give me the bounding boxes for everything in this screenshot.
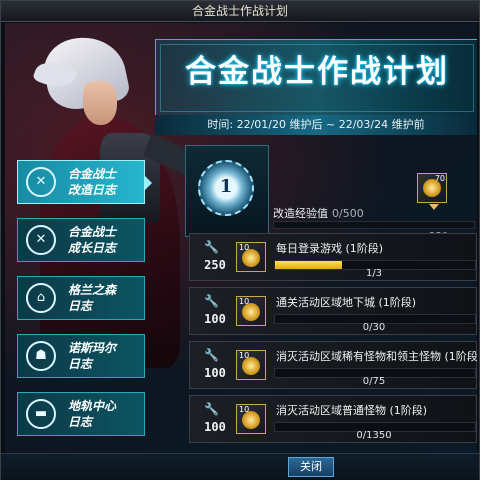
gear-cross-icon: ✕ xyxy=(26,167,56,197)
close-button[interactable]: 关闭 xyxy=(288,457,334,477)
level-number: 1 xyxy=(219,176,233,197)
exp-label: 改造经验值 xyxy=(273,207,328,220)
mission-progress-text: 0/75 xyxy=(362,376,386,387)
mission-name: 消灭活动区域稀有怪物和领主怪物 (1阶段) xyxy=(276,350,477,363)
mission-row: 🔧 100 10 通关活动区域地下城 (1阶段) 0/30 xyxy=(189,287,477,335)
sidebar-item-label: 合金战士 成长日志 xyxy=(68,225,117,255)
sidebar-item-label: 诺斯玛尔 日志 xyxy=(68,341,117,371)
sidebar-item-growth-log[interactable]: ✕ 合金战士 成长日志 xyxy=(17,218,145,262)
exp-reward-item[interactable]: 70 xyxy=(417,173,447,203)
sidebar-item-label: 地轨中心 日志 xyxy=(68,399,117,429)
mission-name: 通关活动区域地下城 (1阶段) xyxy=(276,296,417,309)
sidebar-item-label: 格兰之森 日志 xyxy=(68,283,117,313)
exp-progress-bar xyxy=(273,221,475,229)
mission-row: 🔧 250 10 每日登录游戏 (1阶段) 1/3 xyxy=(189,233,477,281)
tank-icon: ▬ xyxy=(26,399,56,429)
mission-name: 每日登录游戏 (1阶段) xyxy=(276,242,384,255)
mission-reward-item[interactable]: 10 xyxy=(236,296,266,326)
mission-reward-item[interactable]: 10 xyxy=(236,350,266,380)
level-panel: 1 xyxy=(185,145,269,237)
exp-label-row: 改造经验值 0/500 xyxy=(273,205,364,221)
mission-row: 🔧 100 10 消灭活动区域稀有怪物和领主怪物 (1阶段) 0/75 xyxy=(189,341,477,389)
window-footer: 关闭 xyxy=(1,453,479,480)
banner-title: 合金战士作战计划 xyxy=(185,54,449,90)
sidebar-item-modification-log[interactable]: ✕ 合金战士 改造日志 xyxy=(17,160,152,204)
reward-quantity: 70 xyxy=(434,174,445,183)
item-quantity: 10 xyxy=(239,405,250,414)
mission-progress-text: 0/30 xyxy=(362,322,386,333)
wrench-icon: 🔧 xyxy=(204,294,219,308)
mission-reward-item[interactable]: 10 xyxy=(236,404,266,434)
mission-progress-text: 1/3 xyxy=(365,268,383,279)
window-title: 合金战士作战计划 xyxy=(1,1,479,22)
mission-points: 100 xyxy=(204,312,226,326)
reward-marker-icon xyxy=(429,204,439,210)
event-banner: 合金战士作战计划 xyxy=(155,39,477,117)
mission-reward-item[interactable]: 10 xyxy=(236,242,266,272)
item-quantity: 10 xyxy=(239,297,250,306)
mission-name: 消灭活动区域普通怪物 (1阶段) xyxy=(276,404,428,417)
item-quantity: 10 xyxy=(239,243,250,252)
character-face xyxy=(83,81,117,125)
wrench-icon: 🔧 xyxy=(204,402,219,416)
wrench-icon: 🔧 xyxy=(204,240,219,254)
item-quantity: 10 xyxy=(239,351,250,360)
mission-points: 100 xyxy=(204,420,226,434)
mission-points: 250 xyxy=(204,258,226,272)
mission-progress-text: 0/1350 xyxy=(356,430,392,441)
active-arrow-icon xyxy=(144,175,152,191)
event-window: 合金战士作战计划 合金战士作战计划 时间: 22/01/20 维护后 ~ 22/… xyxy=(0,0,480,480)
sidebar-item-label: 合金战士 改造日志 xyxy=(68,167,117,197)
level-medal-icon: 1 xyxy=(198,160,254,216)
ghost-icon: ☗ xyxy=(26,341,56,371)
event-stage: 合金战士作战计划 时间: 22/01/20 维护后 ~ 22/03/24 维护前… xyxy=(5,23,477,453)
gear-cross-icon: ✕ xyxy=(26,225,56,255)
sidebar-item-rail-center-log[interactable]: ▬ 地轨中心 日志 xyxy=(17,392,145,436)
mission-row: 🔧 100 10 消灭活动区域普通怪物 (1阶段) 0/1350 xyxy=(189,395,477,443)
sidebar-item-nosmar-log[interactable]: ☗ 诺斯玛尔 日志 xyxy=(17,334,145,378)
wrench-icon: 🔧 xyxy=(204,348,219,362)
sidebar-item-grand-forest-log[interactable]: ⌂ 格兰之森 日志 xyxy=(17,276,145,320)
event-date: 时间: 22/01/20 维护后 ~ 22/03/24 维护前 xyxy=(155,115,477,135)
mission-points: 100 xyxy=(204,366,226,380)
spiral-gate-icon: ⌂ xyxy=(26,283,56,313)
exp-value: 0/500 xyxy=(332,207,364,220)
